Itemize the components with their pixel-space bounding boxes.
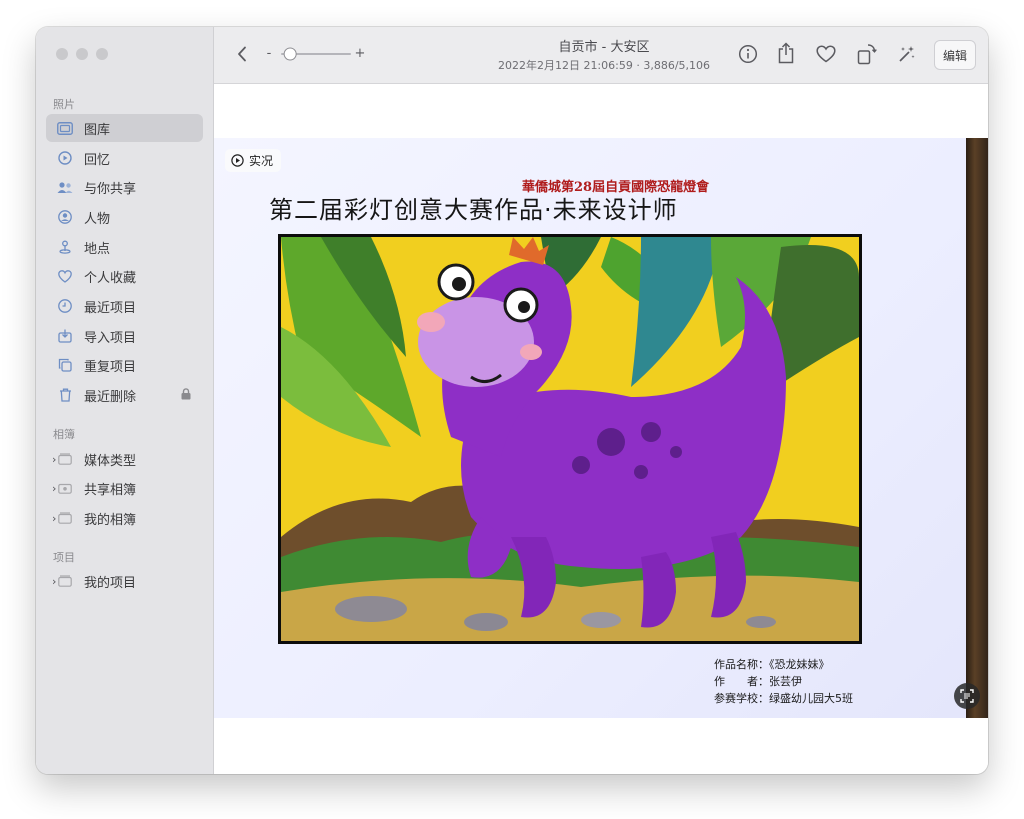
sidebar-item-label: 个人收藏 <box>84 270 137 286</box>
duplicates-icon <box>55 358 75 372</box>
chevron-right-icon[interactable]: › <box>52 575 56 588</box>
sidebar-item-label: 回忆 <box>84 152 111 168</box>
window-controls <box>56 48 108 60</box>
photos-window: 照片 图库 回忆 与你共享 人物 地点 个人收藏 最近项目 导入项目 重复项目 … <box>36 27 988 774</box>
people-icon <box>55 210 75 224</box>
edit-button[interactable]: 编辑 <box>934 40 976 70</box>
wood-background <box>966 138 988 718</box>
shared-with-you-icon <box>55 181 75 194</box>
zoom-window-button[interactable] <box>96 48 108 60</box>
sidebar-item-favorites[interactable]: 个人收藏 <box>46 262 203 290</box>
sidebar-item-shared-albums[interactable]: › 共享相簿 <box>46 474 203 502</box>
photo-title: 自贡市 - 大安区 2022年2月12日 21:06:59 · 3,886/5,… <box>454 36 754 73</box>
clock-icon <box>55 299 75 313</box>
rotate-button[interactable] <box>855 41 879 67</box>
caption-line: 参赛学校：绿盛幼儿园大5班 <box>714 692 853 705</box>
magic-wand-icon <box>899 46 915 62</box>
chevron-right-icon[interactable]: › <box>52 482 56 495</box>
folder-icon <box>55 575 75 587</box>
sidebar-item-label: 最近删除 <box>84 389 137 405</box>
sidebar-item-label: 我的相簿 <box>84 512 137 528</box>
sidebar-item-my-albums[interactable]: › 我的相簿 <box>46 504 203 532</box>
toolbar: - + 自贡市 - 大安区 2022年2月12日 21:06:59 · 3,88… <box>214 27 988 84</box>
caption-line: 作 者：张芸伊 <box>714 675 802 688</box>
sidebar-item-label: 媒体类型 <box>84 453 137 469</box>
import-icon <box>55 329 75 343</box>
close-window-button[interactable] <box>56 48 68 60</box>
sidebar-item-label: 重复项目 <box>84 359 137 375</box>
shared-folder-icon <box>55 482 75 494</box>
date-and-count: 2022年2月12日 21:06:59 · 3,886/5,106 <box>497 59 711 72</box>
sidebar-item-imports[interactable]: 导入项目 <box>46 322 203 350</box>
heart-icon <box>55 269 75 283</box>
sidebar-item-shared-with-you[interactable]: 与你共享 <box>46 173 203 201</box>
section-label-albums: 相簿 <box>53 428 75 441</box>
back-button[interactable] <box>232 43 252 65</box>
live-photo-icon <box>231 154 244 167</box>
zoom-slider-knob[interactable] <box>283 47 297 61</box>
sidebar-item-recently-deleted[interactable]: 最近删除 <box>46 381 203 409</box>
minimize-window-button[interactable] <box>76 48 88 60</box>
chevron-right-icon[interactable]: › <box>52 453 56 466</box>
share-icon <box>778 42 794 64</box>
sidebar-item-media-types[interactable]: › 媒体类型 <box>46 445 203 473</box>
heart-icon <box>816 45 836 63</box>
photo-viewer: 華僑城第28屆自貢國際恐龍燈會 第二届彩灯创意大赛作品·未来设计师 作品名称：《… <box>214 84 988 774</box>
chevron-right-icon[interactable]: › <box>52 512 56 525</box>
favorite-button[interactable] <box>814 42 838 66</box>
info-button[interactable] <box>736 42 760 66</box>
contest-title: 第二届彩灯创意大赛作品·未来设计师 <box>269 196 678 224</box>
sidebar-item-label: 与你共享 <box>84 181 137 197</box>
share-button[interactable] <box>775 40 797 66</box>
lock-icon <box>181 387 191 403</box>
sidebar-item-my-projects[interactable]: › 我的项目 <box>46 567 203 595</box>
memories-icon <box>55 151 75 165</box>
live-photo-button[interactable]: 实况 <box>225 149 282 172</box>
photo[interactable]: 華僑城第28屆自貢國際恐龍燈會 第二届彩灯创意大赛作品·未来设计师 作品名称：《… <box>214 138 988 718</box>
location-title: 自贡市 - 大安区 <box>558 40 650 55</box>
caption-line: 作品名称：《恐龙妹妹》 <box>714 658 830 671</box>
zoom-out-label[interactable]: - <box>264 44 274 62</box>
sidebar-item-label: 我的项目 <box>84 575 137 591</box>
section-label-projects: 项目 <box>53 551 75 564</box>
sidebar-item-label: 共享相簿 <box>84 482 137 498</box>
sidebar: 照片 图库 回忆 与你共享 人物 地点 个人收藏 最近项目 导入项目 重复项目 … <box>36 27 214 774</box>
section-label-photos: 照片 <box>53 98 75 111</box>
artwork-caption: 作品名称：《恐龙妹妹》 作 者：张芸伊 参赛学校：绿盛幼儿园大5班 <box>714 656 853 707</box>
live-photo-label: 实况 <box>249 154 274 168</box>
chevron-left-icon <box>238 46 246 62</box>
sidebar-item-duplicates[interactable]: 重复项目 <box>46 351 203 379</box>
sidebar-item-label: 导入项目 <box>84 330 137 346</box>
sidebar-item-recents[interactable]: 最近项目 <box>46 292 203 320</box>
places-icon <box>55 240 75 254</box>
photo-library-icon <box>55 121 75 135</box>
enhance-button[interactable] <box>895 42 919 66</box>
rotate-icon <box>857 44 877 65</box>
sidebar-item-label: 最近项目 <box>84 300 137 316</box>
folder-icon <box>55 453 75 465</box>
live-text-button[interactable] <box>954 683 980 709</box>
folder-icon <box>55 512 75 524</box>
info-icon <box>738 44 758 64</box>
dinosaur-drawing <box>278 234 862 644</box>
zoom-in-label[interactable]: + <box>354 44 366 62</box>
zoom-slider[interactable] <box>278 45 354 63</box>
sidebar-item-people[interactable]: 人物 <box>46 203 203 231</box>
sidebar-item-memories[interactable]: 回忆 <box>46 144 203 172</box>
trash-icon <box>55 388 75 402</box>
sidebar-item-label: 图库 <box>84 122 111 138</box>
sidebar-item-library[interactable]: 图库 <box>46 114 203 142</box>
live-text-icon <box>960 689 974 703</box>
sidebar-item-places[interactable]: 地点 <box>46 233 203 261</box>
sidebar-item-label: 人物 <box>84 211 111 227</box>
sidebar-item-label: 地点 <box>84 241 111 257</box>
